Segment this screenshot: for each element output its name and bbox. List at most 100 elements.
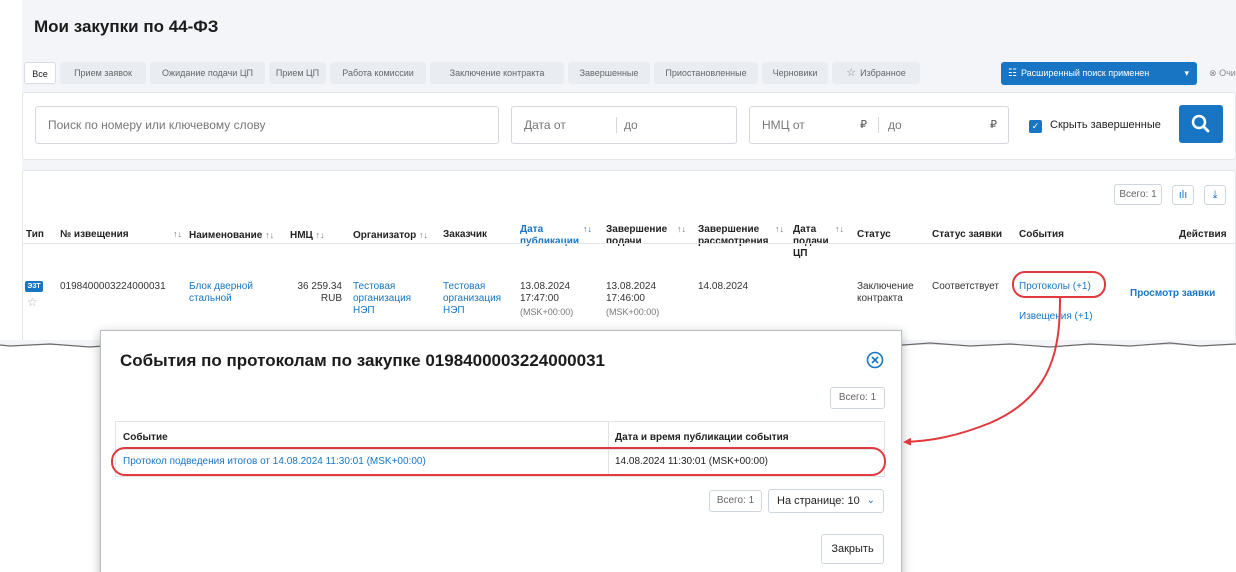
nmc-value: 36 259.34 — [297, 281, 343, 292]
col-notice[interactable]: № извещения — [60, 229, 129, 241]
col-status: Статус — [857, 229, 891, 240]
review-end-date: 14.08.2024 — [698, 281, 749, 292]
chart-icon[interactable]: ılı — [1172, 185, 1194, 205]
view-application-link[interactable]: Просмотр заявки — [1130, 288, 1215, 300]
col-events: События — [1019, 229, 1064, 240]
per-page-label: На странице: 10 — [777, 495, 860, 507]
tab-commission[interactable]: Работа комиссии — [330, 62, 426, 84]
clear-filters-button[interactable]: ⊗ Очистить — [1209, 62, 1236, 85]
nmc-to-field[interactable]: до — [888, 107, 902, 143]
col-type: Тип — [26, 229, 44, 240]
sort-icon[interactable]: ↑↓ — [677, 224, 686, 234]
col-nmc-label: НМЦ — [290, 230, 313, 241]
ruble-sign: ₽ — [860, 119, 867, 131]
total-count-badge: Всего: 1 — [1114, 184, 1162, 205]
tab-awaiting-cp[interactable]: Ожидание подачи ЦП — [150, 62, 265, 84]
tab-drafts[interactable]: Черновики — [762, 62, 828, 84]
event-datetime: 14.08.2024 11:30:01 (MSK+00:00) — [615, 456, 768, 467]
col-organizer-label: Организатор — [353, 230, 417, 241]
sort-icon[interactable]: ↑↓ — [775, 224, 784, 234]
search-button[interactable] — [1179, 105, 1223, 143]
modal-title: События по протоколам по закупке 0198400… — [120, 351, 605, 370]
purchase-name-link[interactable]: Блок дверной стальной — [189, 281, 269, 305]
col-nmc[interactable]: НМЦ ↑↓ — [290, 229, 325, 242]
status-value: Заключение контракта — [857, 281, 914, 304]
header-divider — [23, 243, 1235, 244]
search-input[interactable]: Поиск по номеру или ключевому слову — [35, 106, 499, 144]
hide-completed-label: Скрыть завершенные — [1050, 119, 1161, 131]
star-icon: ☆ — [846, 67, 857, 79]
advanced-search-label: Расширенный поиск применен — [1020, 68, 1150, 78]
col-organizer[interactable]: Организатор ↑↓ — [353, 229, 428, 242]
tab-receiving[interactable]: Прием заявок — [60, 62, 146, 84]
download-icon[interactable]: ⤓ — [1204, 185, 1226, 205]
modal-total-badge: Всего: 1 — [830, 387, 885, 409]
filter-sliders-icon: ☷ — [1008, 68, 1017, 79]
search-icon — [1191, 114, 1210, 133]
app-status-value: Соответствует — [932, 281, 999, 292]
close-circle-icon: ⊗ — [1209, 68, 1217, 78]
tab-all[interactable]: Все — [24, 62, 56, 84]
type-badge: ЭЗТ — [25, 281, 43, 292]
col-actions: Действия — [1179, 229, 1227, 240]
sort-icon[interactable]: ↑↓ — [835, 224, 844, 234]
modal-close-button[interactable]: Закрыть — [821, 534, 884, 564]
chevron-down-icon: ▾ — [1184, 68, 1189, 78]
protocol-link[interactable]: Протокол подведения итогов от 14.08.2024… — [123, 456, 426, 467]
date-from-field[interactable]: Дата от — [524, 118, 566, 132]
col-event: Событие — [123, 432, 168, 443]
customer-link[interactable]: Тестовая организация НЭП — [443, 281, 511, 317]
close-icon[interactable] — [864, 349, 886, 371]
date-range-field[interactable]: Дата от до — [511, 106, 737, 144]
col-review-end[interactable]: Завершение рассмотрения — [698, 224, 778, 248]
col-publish-date[interactable]: Дата публикации — [520, 224, 580, 248]
col-app-status: Статус заявки — [932, 229, 1003, 240]
date-to-field[interactable]: до — [624, 107, 638, 143]
results-table: Всего: 1 ılı ⤓ Тип № извещения ↑↓ Наимен… — [22, 170, 1236, 345]
modal-footer-total: Всего: 1 — [709, 490, 762, 512]
submission-date: 13.08.2024 — [606, 281, 657, 292]
purchases-page: Мои закупки по 44-ФЗ Все Прием заявок Ож… — [22, 0, 1236, 345]
col-customer: Заказчик — [443, 229, 488, 240]
tab-contract[interactable]: Заключение контракта — [430, 62, 564, 84]
notices-link[interactable]: Извещения (+1) — [1019, 311, 1093, 323]
row-divider — [116, 449, 884, 450]
organizer-link[interactable]: Тестовая организация НЭП — [353, 281, 419, 317]
col-name-label: Наименование — [189, 230, 263, 241]
submission-time: 17:46:00 — [606, 293, 645, 304]
chevron-down-icon: ⌄ — [866, 495, 875, 506]
divider — [616, 117, 617, 133]
clear-filters-label: Очистить — [1219, 68, 1236, 78]
notice-number: 0198400003224000031 — [60, 281, 166, 292]
col-cp-date[interactable]: Дата подачи ЦП — [793, 224, 829, 260]
star-icon[interactable]: ☆ — [27, 295, 38, 309]
filter-panel: Поиск по номеру или ключевому слову Дата… — [22, 92, 1236, 160]
protocols-link[interactable]: Протоколы (+1) — [1019, 281, 1091, 293]
sort-icon[interactable]: ↑↓ — [419, 230, 428, 240]
tab-favorites-label: Избранное — [860, 68, 906, 78]
col-event-datetime: Дата и время публикации события — [615, 432, 789, 443]
advanced-search-button[interactable]: ☷ Расширенный поиск применен ▾ — [1001, 62, 1197, 85]
nmc-currency: RUB — [320, 293, 342, 304]
nmc-range-field[interactable]: НМЦ от ₽ до ₽ — [749, 106, 1009, 144]
col-submission-end[interactable]: Завершение подачи — [606, 224, 678, 248]
per-page-select[interactable]: На странице: 10 ⌄ — [768, 489, 884, 513]
sort-icon[interactable]: ↑↓ — [265, 230, 274, 240]
tab-completed[interactable]: Завершенные — [568, 62, 650, 84]
nmc-from-field[interactable]: НМЦ от — [762, 118, 805, 132]
hide-completed-checkbox[interactable]: ✓ — [1029, 120, 1042, 133]
sort-icon[interactable]: ↑↓ — [173, 229, 182, 239]
publish-tz: (MSK+00:00) — [520, 307, 574, 317]
protocol-events-modal: События по протоколам по закупке 0198400… — [100, 330, 902, 572]
events-table: Событие Дата и время публикации события … — [115, 421, 885, 477]
ruble-sign: ₽ — [990, 119, 997, 131]
col-name[interactable]: Наименование ↑↓ — [189, 229, 274, 242]
publish-time: 17:47:00 — [520, 293, 559, 304]
tab-receiving-cp[interactable]: Прием ЦП — [269, 62, 326, 84]
submission-tz: (MSK+00:00) — [606, 307, 660, 317]
tab-suspended[interactable]: Приостановленные — [654, 62, 758, 84]
tab-favorites[interactable]: ☆ Избранное — [832, 62, 920, 84]
sort-icon[interactable]: ↑↓ — [316, 230, 325, 240]
page-title: Мои закупки по 44-ФЗ — [34, 17, 219, 36]
sort-icon[interactable]: ↑↓ — [583, 224, 592, 234]
